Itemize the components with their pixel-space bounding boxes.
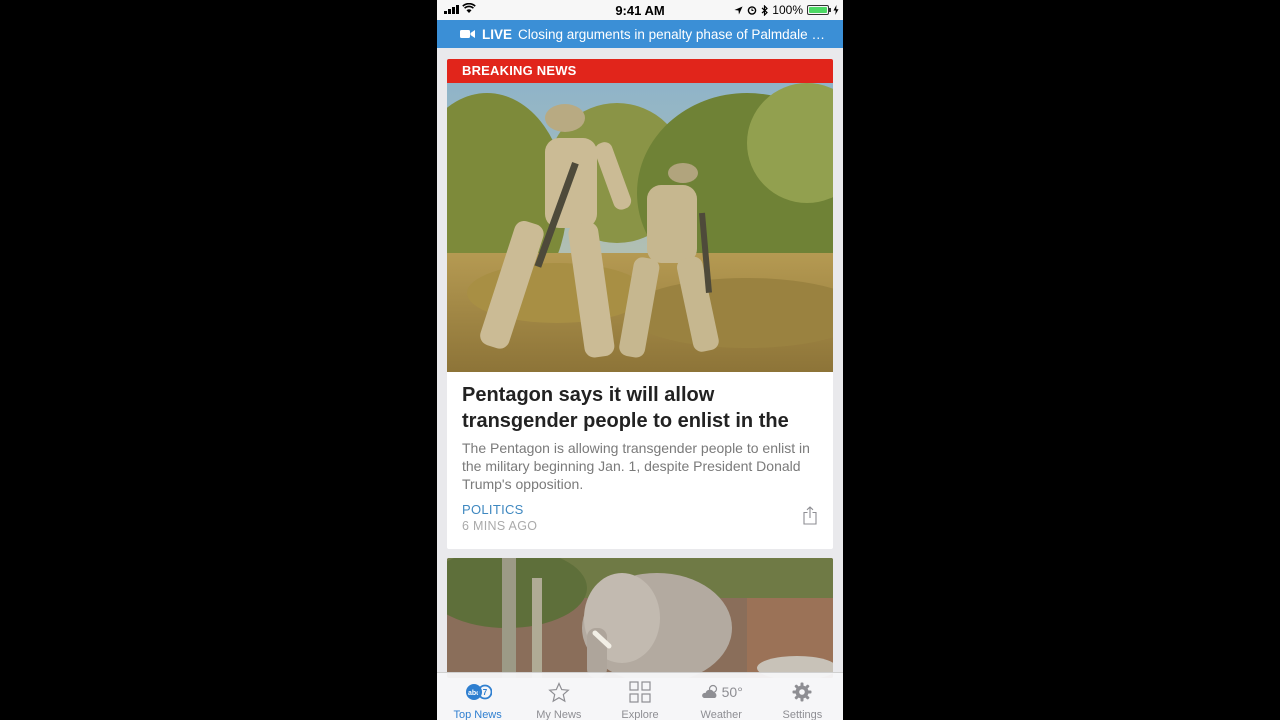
status-bar: 9:41 AM 100% bbox=[437, 0, 843, 20]
tab-settings[interactable]: Settings bbox=[762, 673, 843, 720]
battery-percent: 100% bbox=[772, 3, 803, 17]
tab-label: Weather bbox=[700, 709, 742, 720]
story-photo bbox=[447, 83, 833, 372]
charging-icon bbox=[833, 5, 839, 15]
video-camera-icon bbox=[460, 29, 475, 39]
live-label: LIVE bbox=[482, 26, 513, 42]
phone-screen: 9:41 AM 100% LIVE Closing arguments in p… bbox=[437, 0, 843, 720]
grid-icon bbox=[629, 677, 651, 707]
tab-bar: abc 7 Top News My News Explore 50° Weathe… bbox=[437, 672, 843, 720]
story-description: The Pentagon is allowing transgender peo… bbox=[462, 440, 810, 492]
tab-label: Settings bbox=[782, 709, 823, 720]
alarm-icon bbox=[747, 6, 757, 15]
star-icon bbox=[548, 677, 570, 707]
featured-story-card[interactable]: BREAKING NEWS Pentagon says it will allo… bbox=[447, 59, 833, 549]
story-timestamp: 6 MINS AGO bbox=[462, 519, 538, 533]
tab-weather[interactable]: 50° Weather bbox=[681, 673, 762, 720]
location-icon bbox=[734, 5, 743, 15]
story-photo bbox=[447, 558, 833, 678]
story-category[interactable]: POLITICS bbox=[462, 502, 524, 517]
live-headline: Closing arguments in penalty phase of Pa… bbox=[518, 26, 829, 42]
battery-icon bbox=[807, 5, 831, 15]
weather-temperature: 50° bbox=[721, 684, 743, 700]
tab-top-news[interactable]: abc 7 Top News bbox=[437, 673, 518, 720]
svg-text:7: 7 bbox=[482, 688, 487, 697]
tab-label: Top News bbox=[453, 709, 502, 720]
share-icon[interactable] bbox=[803, 506, 817, 525]
tab-label: Explore bbox=[621, 709, 659, 720]
breaking-news-badge: BREAKING NEWS bbox=[447, 59, 833, 83]
weather-icon bbox=[701, 684, 717, 698]
story-title[interactable]: Pentagon says it will allow transgender … bbox=[462, 382, 818, 434]
tab-explore[interactable]: Explore bbox=[599, 673, 680, 720]
bluetooth-icon bbox=[761, 4, 769, 16]
tab-my-news[interactable]: My News bbox=[518, 673, 599, 720]
live-banner[interactable]: LIVE Closing arguments in penalty phase … bbox=[437, 20, 843, 48]
gear-icon bbox=[792, 677, 812, 707]
story-card[interactable] bbox=[447, 558, 833, 678]
abc7-logo-icon: abc 7 bbox=[464, 677, 492, 707]
tab-label: My News bbox=[536, 709, 582, 720]
